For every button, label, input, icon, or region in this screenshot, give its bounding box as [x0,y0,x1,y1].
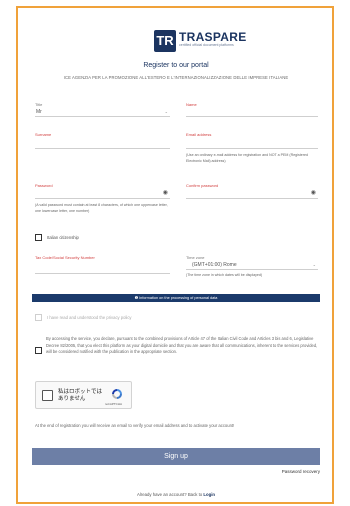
privacy-info-label: Information on the processing of persona… [139,296,218,300]
italian-citizenship-label: Italian citizenship [47,235,79,240]
name-input[interactable] [186,107,318,117]
timezone-hint: (The time zone in which dates will be di… [186,273,263,277]
recaptcha-widget: 私はロボットではありません reCAPTCHA [35,381,132,409]
timezone-value: (GMT+01:00) Rome [192,262,237,268]
logo-tagline: certified official document platforms [179,43,234,47]
chevron-down-icon: ⌄ [312,262,316,267]
brand-logo: TR TRASPARE certified official document … [154,30,259,56]
eye-icon[interactable]: ◉ [311,189,316,196]
timezone-field: Time zone (GMT+01:00) Rome ⌄ (The time z… [186,255,318,287]
password-label: Password [35,183,53,188]
password-recovery-link[interactable]: Password recovery [282,469,320,474]
sign-up-button[interactable]: Sign up [32,448,320,465]
tax-code-field: Tax Code/Social Security Number [35,255,170,275]
privacy-info-bar[interactable]: ❶ Information on the processing of perso… [32,294,320,302]
recaptcha-checkbox[interactable] [42,390,53,401]
logo-mark: TR [154,30,176,52]
confirm-password-field: Confirm password ◉ [186,183,318,203]
recaptcha-label: 私はロボットではありません [58,389,103,402]
email-label: Email address [186,132,212,137]
page-subtitle: ICE AGENZIA PER LA PROMOZIONE ALL'ESTERO… [63,75,289,80]
login-link[interactable]: Login [203,492,215,497]
logo-name: TRASPARE [179,30,247,44]
confirm-password-label: Confirm password [186,183,219,188]
timezone-select[interactable]: (GMT+01:00) Rome ⌄ [186,260,318,270]
password-hint: (A valid password must contain at least … [35,203,168,213]
email-input[interactable] [186,139,318,149]
password-input[interactable]: ◉ [35,189,170,199]
surname-label: Surname [35,132,52,137]
password-field: Password ◉ (A valid password must contai… [35,183,170,223]
login-prefix: Already have an account? Back to [136,492,203,497]
email-field: Email address (Use an ordinary e-mail ad… [186,132,318,172]
surname-field: Surname [35,132,170,152]
title-field: Title Mr ⌄ [35,102,170,122]
tax-code-label: Tax Code/Social Security Number [35,255,95,260]
page-frame: TR TRASPARE certified official document … [16,6,334,504]
login-line: Already have an account? Back to Login [32,492,320,497]
eye-icon[interactable]: ◉ [163,189,168,196]
chevron-down-icon: ⌄ [164,109,168,114]
digital-domicile-text: By accessing the service, you declare, p… [46,336,318,354]
recaptcha-icon [112,389,122,399]
surname-input[interactable] [35,139,170,149]
privacy-read-label: I have read and understood the privacy p… [47,315,132,320]
verification-note: At the end of registration you will rece… [35,423,235,428]
name-field: Name [186,102,318,122]
digital-domicile-checkbox[interactable] [35,347,42,354]
tax-code-input[interactable] [35,264,170,274]
privacy-read-checkbox[interactable] [35,314,42,321]
recaptcha-brand: reCAPTCHA [105,402,123,406]
title-select[interactable]: Mr ⌄ [35,107,170,117]
email-hint: (Use an ordinary e-mail address for regi… [186,153,308,163]
title-value: Mr [36,109,42,115]
confirm-password-input[interactable]: ◉ [186,189,318,199]
italian-citizenship-checkbox[interactable] [35,234,42,241]
page-title: Register to our portal [143,62,209,69]
